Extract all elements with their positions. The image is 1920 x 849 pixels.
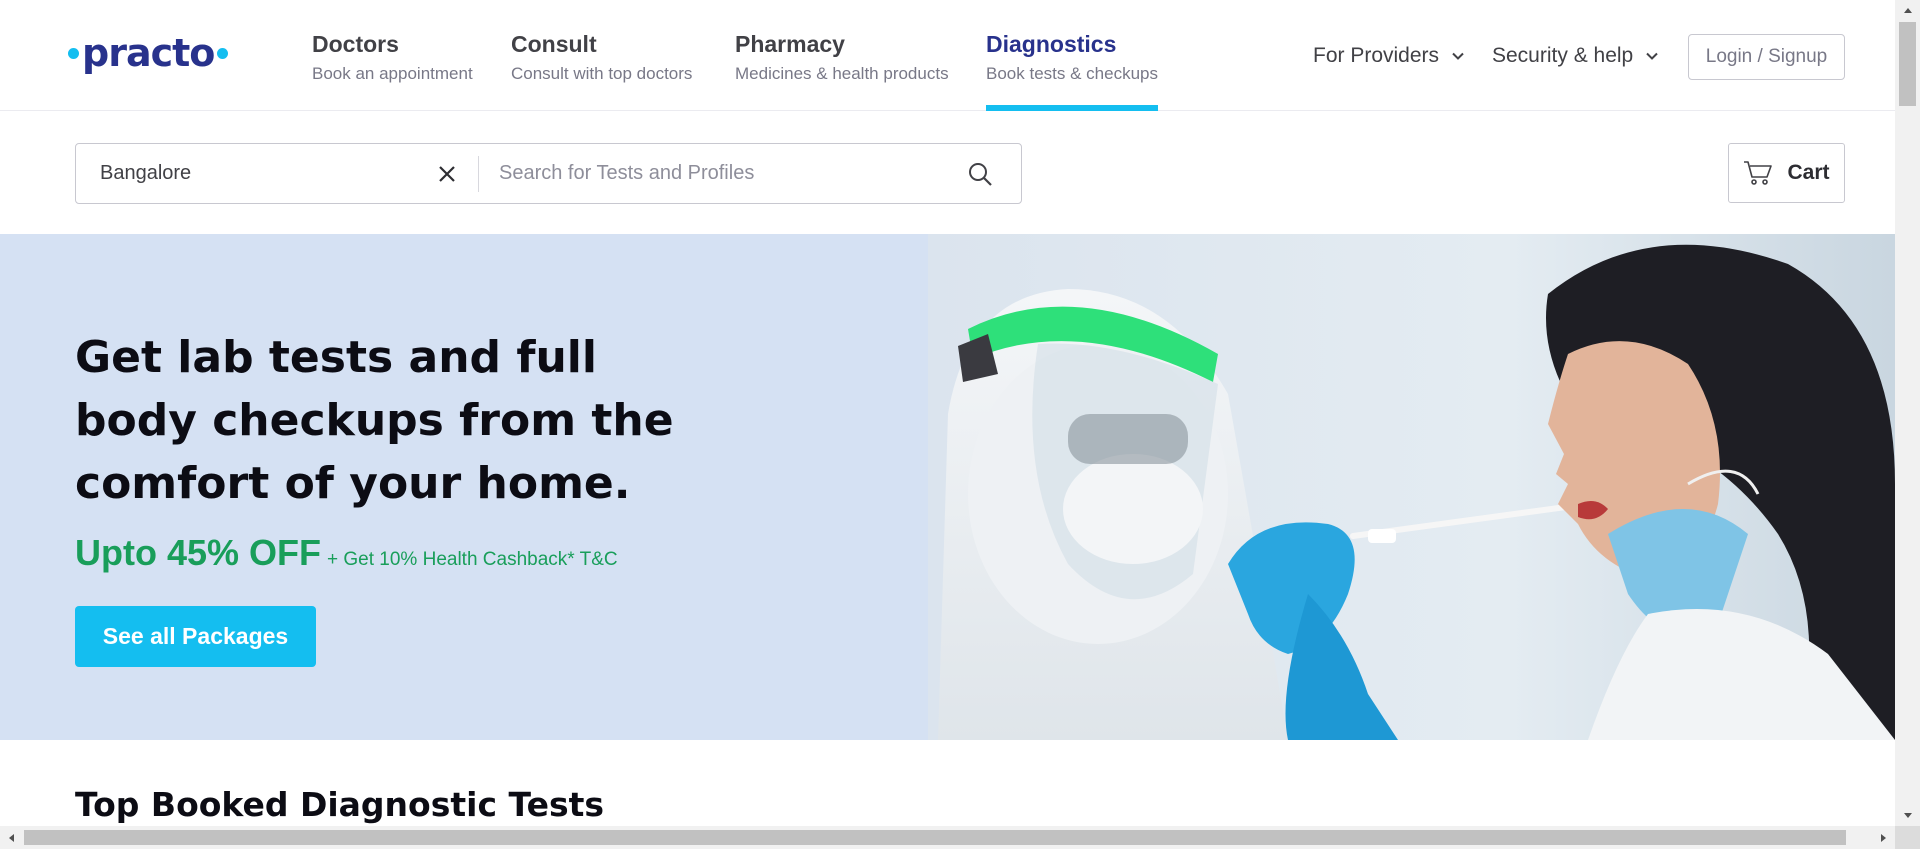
nav-diagnostics-subtitle: Book tests & checkups [986, 64, 1158, 83]
cart-icon [1744, 161, 1773, 185]
close-icon[interactable] [436, 163, 458, 185]
nav-consult-subtitle: Consult with top doctors [511, 64, 693, 83]
security-help-label: Security & help [1492, 44, 1634, 67]
nav-doctors-title: Doctors [312, 31, 399, 57]
horizontal-scroll-thumb[interactable] [24, 830, 1846, 845]
nav-diagnostics[interactable]: Diagnostics Book tests & checkups [986, 30, 1158, 111]
location-input[interactable] [76, 144, 416, 203]
scroll-left-arrow-icon[interactable] [0, 826, 22, 849]
scroll-down-arrow-icon[interactable] [1895, 806, 1920, 826]
scroll-up-arrow-icon[interactable] [1895, 0, 1920, 20]
nav-doctors-subtitle: Book an appointment [312, 64, 473, 83]
offer-main-text: Upto 45% OFF [75, 532, 322, 573]
offer-extra-text[interactable]: + Get 10% Health Cashback* T&C [327, 549, 618, 571]
search-bar [75, 143, 1022, 204]
scrollbar-corner [1895, 826, 1920, 849]
hero-offer: Upto 45% OFF + Get 10% Health Cashback* … [75, 532, 618, 574]
logo-dot-right [217, 47, 229, 59]
nav-pharmacy-title: Pharmacy [735, 31, 845, 57]
search-icon[interactable] [967, 161, 993, 187]
horizontal-scrollbar[interactable] [0, 826, 1895, 849]
test-search-input[interactable] [479, 144, 967, 203]
security-help-dropdown[interactable]: Security & help [1492, 44, 1659, 68]
practo-logo[interactable]: practo [68, 30, 229, 76]
see-all-packages-button[interactable]: See all Packages [75, 606, 316, 667]
chevron-down-icon [1452, 52, 1464, 60]
cart-label: Cart [1787, 161, 1830, 184]
nav-consult[interactable]: Consult Consult with top doctors [511, 30, 692, 111]
nav-pharmacy-subtitle: Medicines & health products [735, 64, 949, 83]
vertical-scrollbar[interactable] [1895, 0, 1920, 826]
page: practo Doctors Book an appointment Consu… [0, 0, 1920, 849]
cart-button[interactable]: Cart [1728, 143, 1845, 203]
logo-text: practo [82, 31, 215, 75]
nav-consult-title: Consult [511, 31, 597, 57]
nav-diagnostics-title: Diagnostics [986, 31, 1117, 57]
logo-dot-left [68, 47, 79, 59]
for-providers-label: For Providers [1313, 44, 1440, 67]
top-booked-tests-heading: Top Booked Diagnostic Tests [75, 785, 605, 824]
nav-doctors[interactable]: Doctors Book an appointment [312, 30, 473, 111]
hero-photo [928, 234, 1895, 740]
hero-title: Get lab tests and full body checkups fro… [75, 332, 674, 509]
chevron-down-icon [1646, 52, 1658, 60]
login-signup-button[interactable]: Login / Signup [1688, 34, 1845, 80]
vertical-scroll-thumb[interactable] [1899, 22, 1916, 106]
nav-pharmacy[interactable]: Pharmacy Medicines & health products [735, 30, 949, 111]
hero-banner: Get lab tests and full body checkups fro… [0, 234, 1895, 740]
top-header: practo Doctors Book an appointment Consu… [0, 0, 1895, 111]
for-providers-dropdown[interactable]: For Providers [1313, 44, 1465, 68]
scroll-right-arrow-icon[interactable] [1873, 826, 1895, 849]
